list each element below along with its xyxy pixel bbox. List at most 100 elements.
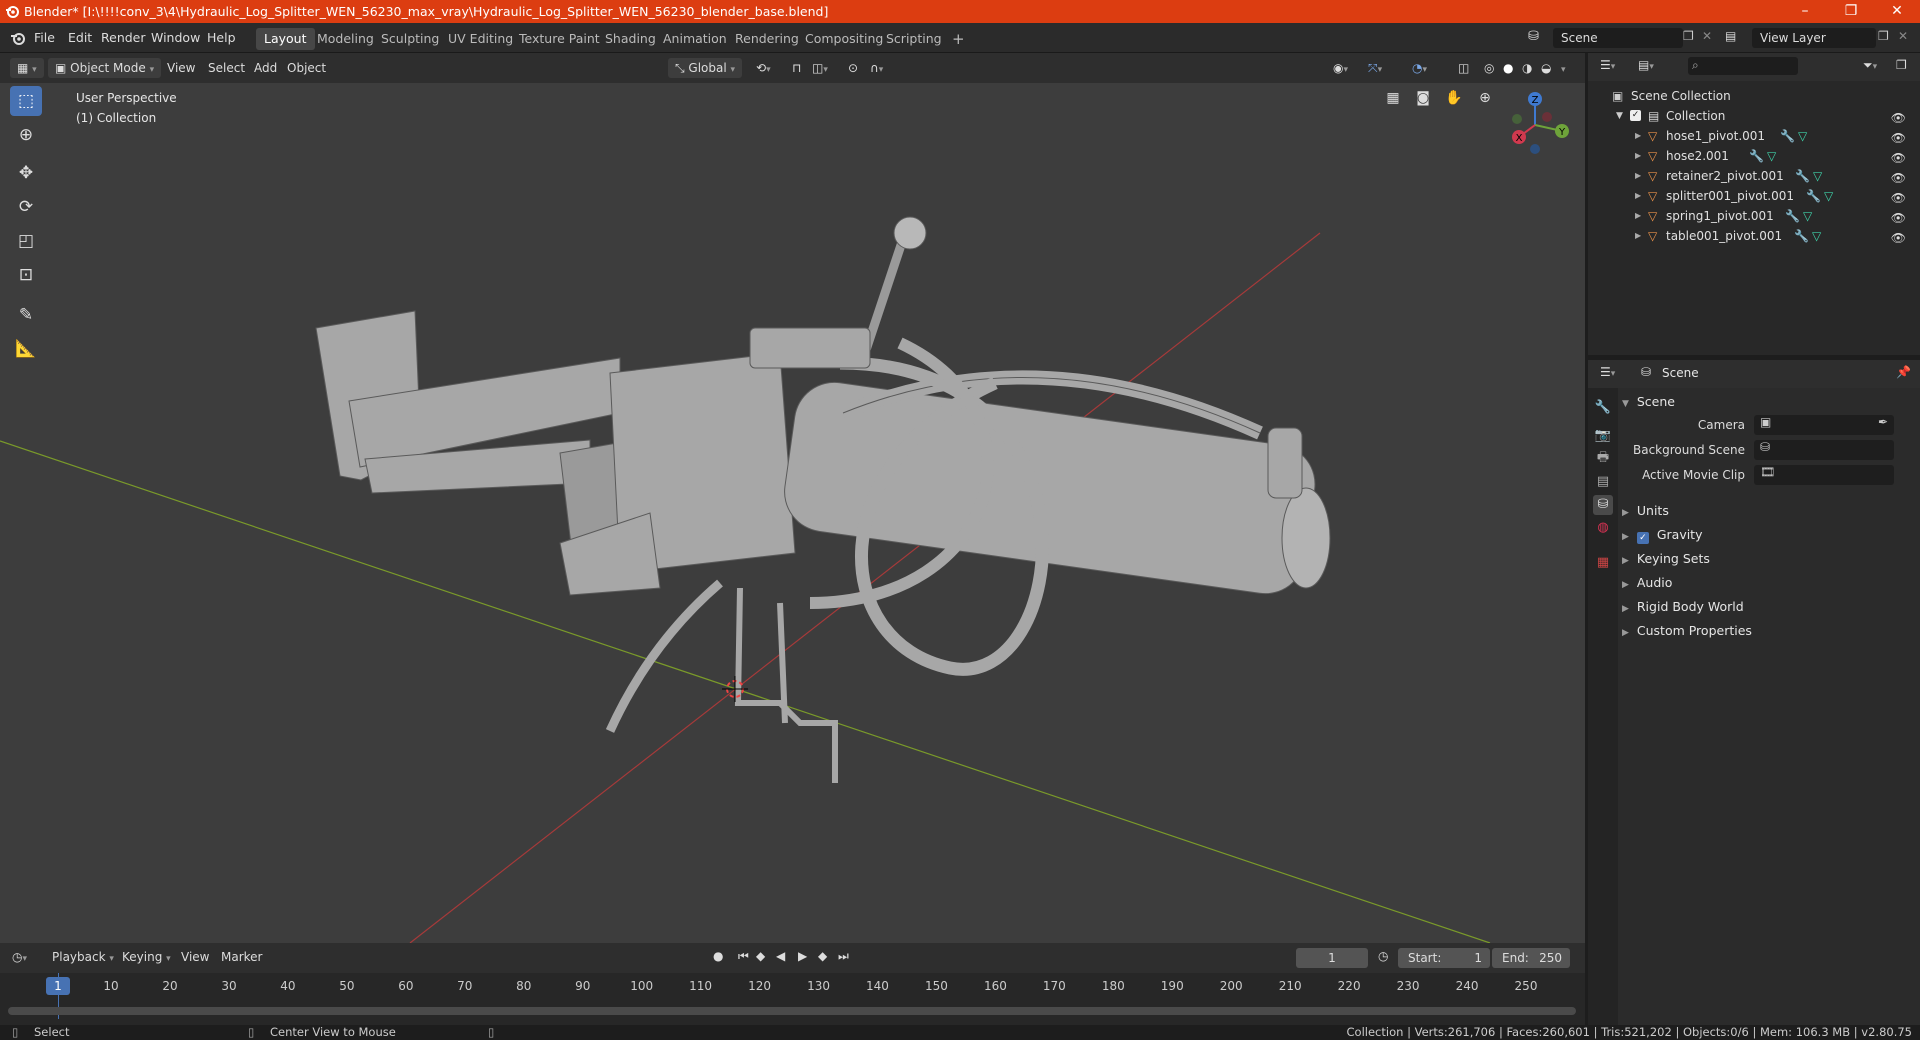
outliner-item[interactable]: ▶ ▽ hose1_pivot.001 🔧 ▽ 👁	[1588, 126, 1920, 146]
new-view-layer-icon[interactable]: ❐	[1878, 29, 1889, 43]
shading-options-icon[interactable]: ▾	[1561, 58, 1566, 78]
tab-scripting[interactable]: Scripting	[878, 28, 950, 50]
scene-browse-icon[interactable]: ⛁	[1528, 29, 1539, 44]
end-frame-field[interactable]: End: 250	[1492, 948, 1570, 968]
new-scene-icon[interactable]: ❐	[1683, 29, 1694, 43]
expand-collection-icon[interactable]: ▼	[1616, 106, 1623, 126]
shading-material-icon[interactable]: ◑	[1522, 58, 1532, 78]
expand-icon[interactable]: ▶	[1635, 186, 1641, 206]
scene-section-header[interactable]: ▼ Scene	[1622, 392, 1675, 412]
move-tool-icon[interactable]: ✥	[10, 158, 42, 188]
outliner-item[interactable]: ▶ ▽ retainer2_pivot.001 🔧 ▽ 👁	[1588, 166, 1920, 186]
close-button[interactable]: ✕	[1874, 0, 1920, 23]
minimize-button[interactable]: –	[1782, 0, 1828, 23]
visibility-filter-icon[interactable]: ◉▾	[1333, 58, 1348, 78]
viewport-menu-view[interactable]: View	[167, 58, 195, 78]
rotate-tool-icon[interactable]: ⟳	[10, 192, 42, 222]
cursor-tool-icon[interactable]: ⊕	[10, 120, 42, 150]
outliner-search-input[interactable]	[1688, 57, 1798, 75]
texture-tab-icon[interactable]: ▦	[1593, 553, 1613, 573]
expand-icon[interactable]: ▶	[1635, 126, 1641, 146]
shading-solid-icon[interactable]: ●	[1503, 58, 1513, 78]
add-workspace-button[interactable]: +	[944, 28, 973, 50]
pan-hand-icon[interactable]: ✋	[1441, 85, 1467, 111]
transform-orientation-selector[interactable]: ⤡ Global ▾	[668, 58, 743, 78]
timeline-menu-view[interactable]: View	[181, 950, 209, 964]
background-scene-field[interactable]: ⛁	[1754, 440, 1894, 460]
timeline-scrollbar[interactable]	[8, 1007, 1576, 1015]
outliner-item[interactable]: ▶ ▽ hose2.001 🔧 ▽ 👁	[1588, 146, 1920, 166]
timeline-menu-marker[interactable]: Marker	[221, 950, 262, 964]
output-tab-icon[interactable]: 🖶	[1593, 448, 1613, 468]
expand-icon[interactable]: ▶	[1635, 146, 1641, 166]
timeline-menu-playback[interactable]: Playback ▾	[52, 950, 114, 964]
delete-view-layer-icon[interactable]: ✕	[1898, 29, 1908, 43]
scene-selector[interactable]: Scene	[1553, 28, 1683, 48]
tab-texture-paint[interactable]: Texture Paint	[511, 28, 608, 50]
measure-tool-icon[interactable]: 📐	[10, 334, 42, 364]
shading-rendered-icon[interactable]: ◒	[1541, 58, 1551, 78]
rigid-body-world-section[interactable]: ▶ Rigid Body World	[1622, 597, 1744, 617]
annotate-tool-icon[interactable]: ✎	[10, 300, 42, 330]
menu-edit[interactable]: Edit	[68, 30, 92, 45]
overlay-toggle-icon[interactable]: ◔▾	[1412, 58, 1427, 78]
custom-properties-section[interactable]: ▶ Custom Properties	[1622, 621, 1752, 641]
display-mode-icon[interactable]: ▤▾	[1638, 58, 1654, 72]
snap-toggle-icon[interactable]: ⊓	[792, 58, 801, 78]
pivot-point-icon[interactable]: ⟲▾	[756, 58, 771, 78]
viewport-menu-object[interactable]: Object	[287, 58, 326, 78]
outliner-editor-type-icon[interactable]: ☰▾	[1600, 58, 1615, 72]
viewport-menu-select[interactable]: Select	[208, 58, 245, 78]
blender-menu-icon[interactable]	[10, 31, 26, 45]
viewport-menu-add[interactable]: Add	[254, 58, 277, 78]
toggle-camera-view-icon[interactable]: ▦	[1380, 85, 1406, 111]
collection-visibility-eye-icon[interactable]: 👁	[1891, 108, 1906, 128]
jump-end-icon[interactable]: ⏭	[838, 949, 849, 964]
stopwatch-icon[interactable]: ◷	[1378, 949, 1388, 963]
visibility-eye-icon[interactable]: 👁	[1891, 208, 1906, 228]
record-icon[interactable]: ●	[713, 949, 723, 963]
tab-animation[interactable]: Animation	[655, 28, 735, 50]
previous-keyframe-icon[interactable]: ◆	[756, 949, 765, 963]
visibility-eye-icon[interactable]: 👁	[1891, 168, 1906, 188]
eyedropper-icon[interactable]: ✒	[1878, 415, 1888, 429]
filter-icon[interactable]: ⏷▾	[1863, 58, 1877, 73]
menu-help[interactable]: Help	[207, 30, 236, 45]
expand-icon[interactable]: ▶	[1635, 226, 1641, 246]
menu-file[interactable]: File	[34, 30, 55, 45]
scale-tool-icon[interactable]: ◰	[10, 226, 42, 256]
zoom-icon[interactable]: ⊕	[1472, 85, 1498, 111]
transform-tool-icon[interactable]: ⊡	[10, 260, 42, 290]
scene-tab-icon[interactable]: ⛁	[1593, 495, 1613, 515]
next-keyframe-icon[interactable]: ◆	[818, 949, 827, 963]
view-layer-tab-icon[interactable]: ▤	[1593, 472, 1613, 492]
outliner-collection[interactable]: ▼ ✓ ▤ Collection 👁	[1588, 106, 1920, 126]
navigation-gizmo[interactable]: Z Y X	[1505, 89, 1575, 161]
camera-field[interactable]: ▣ ✒	[1754, 415, 1894, 435]
visibility-eye-icon[interactable]: 👁	[1891, 228, 1906, 248]
camera-icon[interactable]: ◙	[1410, 85, 1436, 111]
world-tab-icon[interactable]: ◍	[1593, 518, 1613, 538]
3d-viewport[interactable]: User Perspective (1) Collection Z Y X ▦ …	[0, 83, 1585, 943]
delete-scene-icon[interactable]: ✕	[1702, 29, 1712, 43]
view-layer-icon[interactable]: ▤	[1725, 29, 1736, 43]
render-tab-icon[interactable]: 📷	[1593, 426, 1613, 446]
tab-shading[interactable]: Shading	[597, 28, 664, 50]
tab-sculpting[interactable]: Sculpting	[373, 28, 447, 50]
collection-checkbox[interactable]: ✓	[1630, 110, 1641, 121]
gravity-section[interactable]: ▶ ✓ Gravity	[1622, 525, 1702, 545]
menu-window[interactable]: Window	[151, 30, 200, 45]
units-section[interactable]: ▶ Units	[1622, 501, 1669, 521]
gizmo-toggle-icon[interactable]: ⤧▾	[1368, 58, 1382, 78]
visibility-eye-icon[interactable]: 👁	[1891, 128, 1906, 148]
gravity-checkbox[interactable]: ✓	[1636, 532, 1649, 544]
current-frame-field[interactable]: 1	[1296, 948, 1368, 968]
expand-icon[interactable]: ▶	[1635, 166, 1641, 186]
shading-wireframe-icon[interactable]: ◎	[1484, 58, 1494, 78]
xray-toggle-icon[interactable]: ◫	[1458, 58, 1469, 78]
tab-layout[interactable]: Layout	[256, 28, 315, 50]
outliner-item[interactable]: ▶ ▽ table001_pivot.001 🔧 ▽ 👁	[1588, 226, 1920, 246]
editor-type-button[interactable]: ▦ ▾	[10, 58, 44, 78]
pin-icon[interactable]: 📌	[1896, 365, 1911, 379]
expand-icon[interactable]: ▶	[1635, 206, 1641, 226]
